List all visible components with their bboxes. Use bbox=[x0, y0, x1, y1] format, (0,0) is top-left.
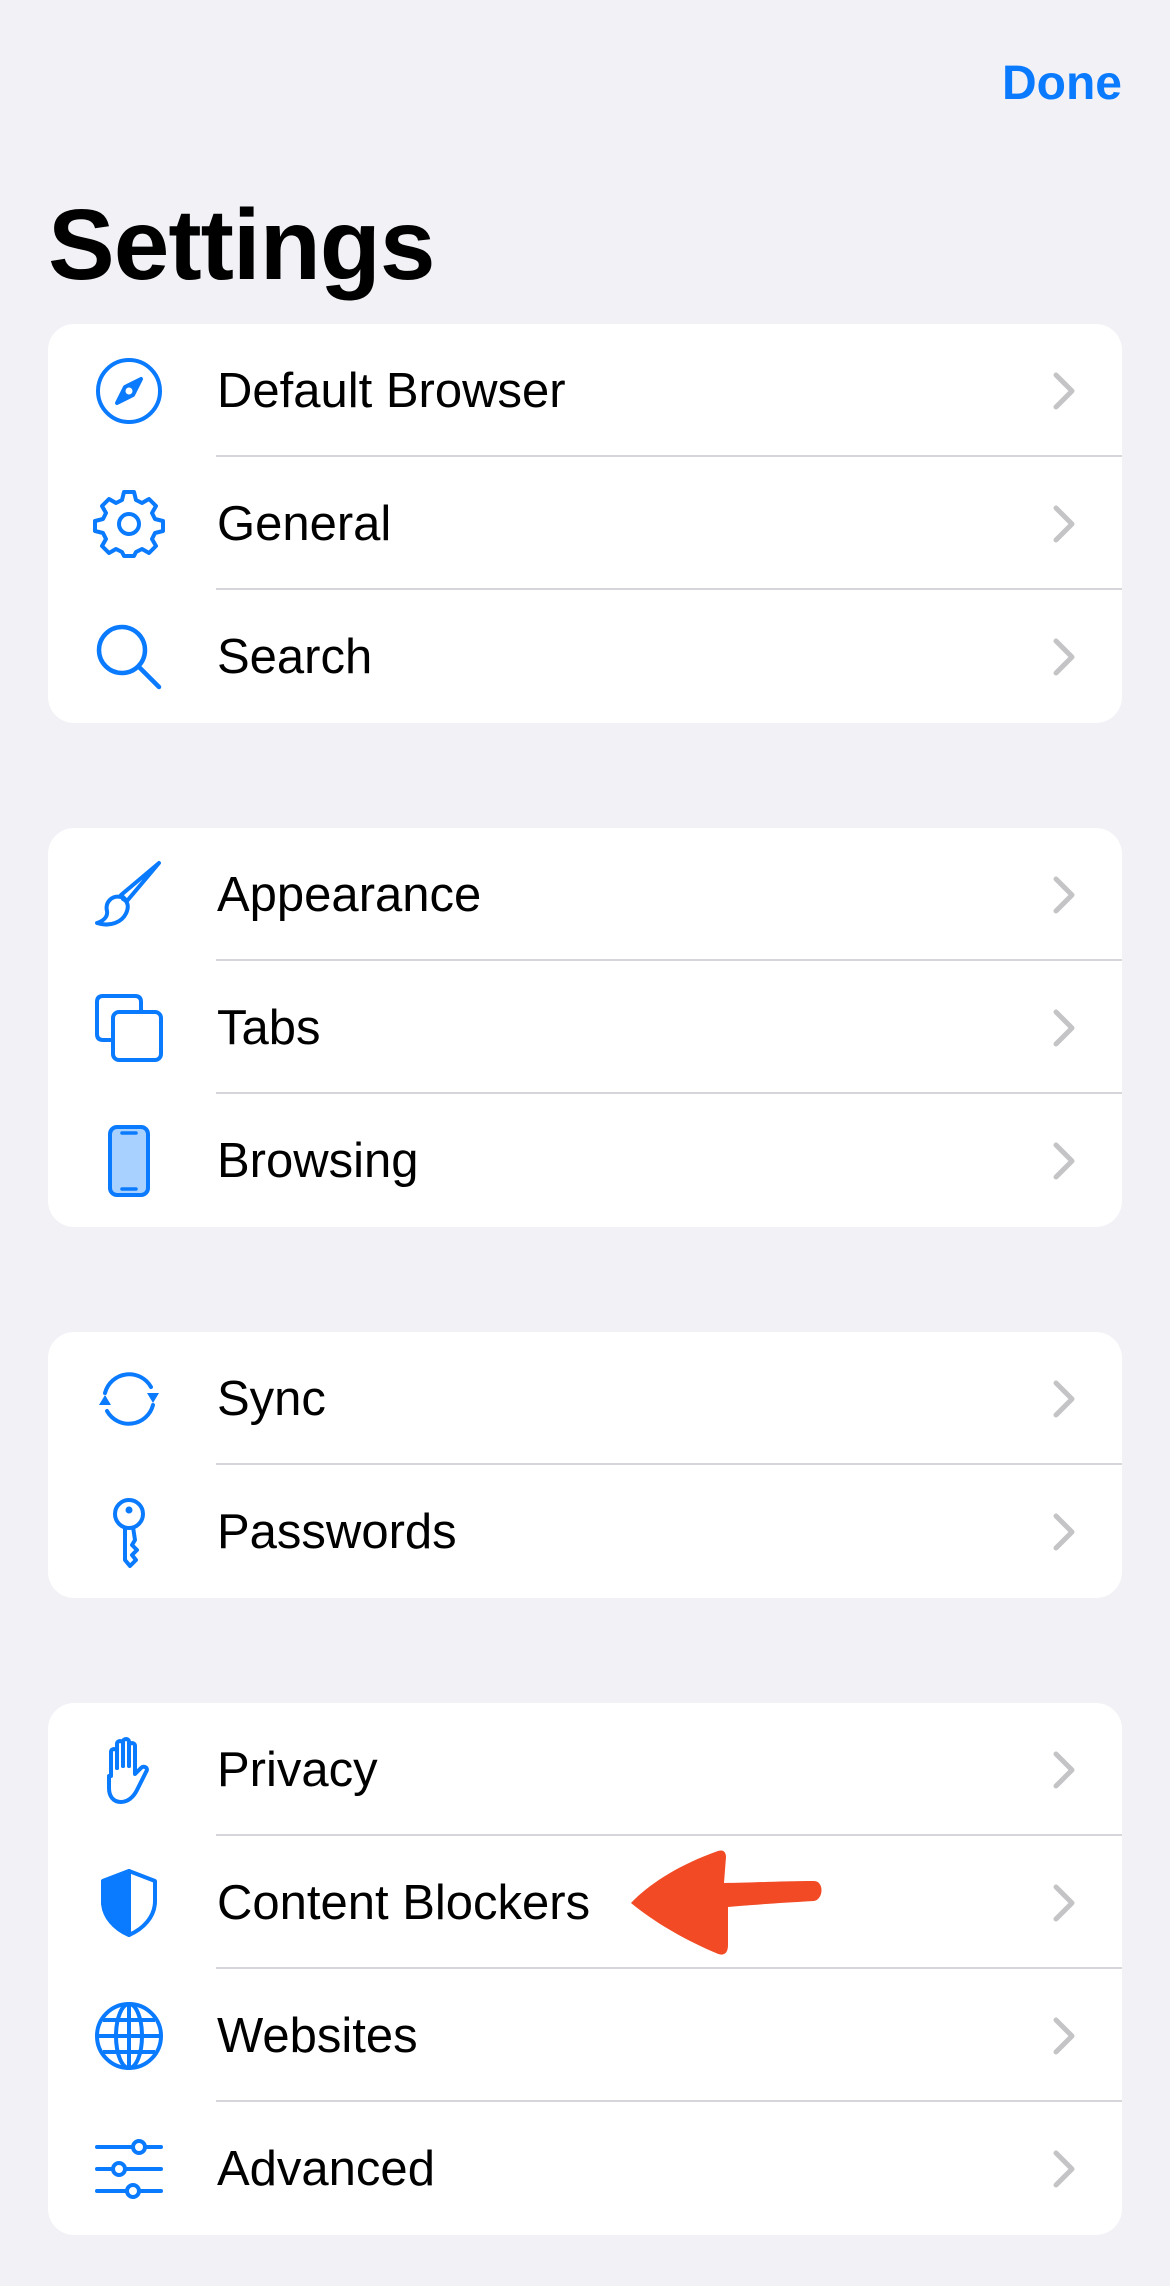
row-websites[interactable]: Websites bbox=[48, 1969, 1122, 2102]
chevron-right-icon bbox=[1053, 1380, 1075, 1417]
phone-icon bbox=[92, 1124, 166, 1198]
chevron-right-icon bbox=[1053, 505, 1075, 542]
paintbrush-icon bbox=[92, 858, 166, 932]
row-content-blockers[interactable]: Content Blockers bbox=[48, 1836, 1122, 1969]
chevron-right-icon bbox=[1053, 1751, 1075, 1788]
row-sync[interactable]: Sync bbox=[48, 1332, 1122, 1465]
chevron-right-icon bbox=[1053, 638, 1075, 675]
hand-icon bbox=[92, 1733, 166, 1807]
annotation-arrow-icon bbox=[631, 1850, 822, 1955]
row-label: Search bbox=[217, 629, 373, 684]
row-label: Content Blockers bbox=[217, 1875, 591, 1930]
globe-icon bbox=[92, 1999, 166, 2073]
row-passwords[interactable]: Passwords bbox=[48, 1465, 1122, 1598]
row-label: Websites bbox=[217, 2008, 418, 2063]
row-label: Appearance bbox=[217, 867, 482, 922]
chevron-right-icon bbox=[1053, 876, 1075, 913]
sync-icon bbox=[92, 1362, 166, 1436]
chevron-right-icon bbox=[1053, 2017, 1075, 2054]
row-label: Advanced bbox=[217, 2141, 435, 2196]
row-search[interactable]: Search bbox=[48, 590, 1122, 723]
chevron-right-icon bbox=[1053, 1513, 1075, 1550]
row-label: Browsing bbox=[217, 1133, 419, 1188]
row-tabs[interactable]: Tabs bbox=[48, 961, 1122, 1094]
row-label: Privacy bbox=[217, 1742, 378, 1797]
shield-icon bbox=[92, 1866, 166, 1940]
row-privacy[interactable]: Privacy bbox=[48, 1703, 1122, 1836]
chevron-right-icon bbox=[1053, 1142, 1075, 1179]
settings-group-display: Appearance Tabs Browsing bbox=[48, 828, 1122, 1227]
row-label: General bbox=[217, 496, 392, 551]
row-advanced[interactable]: Advanced bbox=[48, 2102, 1122, 2235]
row-label: Sync bbox=[217, 1371, 326, 1426]
sliders-icon bbox=[92, 2132, 166, 2206]
compass-icon bbox=[92, 354, 166, 428]
settings-sheet: Done Settings Default Browser General Se… bbox=[0, 0, 1170, 2286]
tabs-icon bbox=[92, 991, 166, 1065]
chevron-right-icon bbox=[1053, 372, 1075, 409]
row-label: Passwords bbox=[217, 1504, 457, 1559]
settings-group-account: Sync Passwords bbox=[48, 1332, 1122, 1598]
row-label: Tabs bbox=[217, 1000, 321, 1055]
settings-group-privacy: Privacy Content Blockers Websites Advanc… bbox=[48, 1703, 1122, 2235]
row-browsing[interactable]: Browsing bbox=[48, 1094, 1122, 1227]
gear-icon bbox=[92, 487, 166, 561]
chevron-right-icon bbox=[1053, 2150, 1075, 2187]
row-label: Default Browser bbox=[217, 363, 566, 418]
key-icon bbox=[92, 1495, 166, 1569]
row-general[interactable]: General bbox=[48, 457, 1122, 590]
chevron-right-icon bbox=[1053, 1009, 1075, 1046]
magnifier-icon bbox=[92, 620, 166, 694]
page-title: Settings bbox=[48, 189, 435, 301]
done-button[interactable]: Done bbox=[1002, 56, 1122, 111]
chevron-right-icon bbox=[1053, 1884, 1075, 1921]
settings-group-general: Default Browser General Search bbox=[48, 324, 1122, 723]
row-appearance[interactable]: Appearance bbox=[48, 828, 1122, 961]
row-default-browser[interactable]: Default Browser bbox=[48, 324, 1122, 457]
